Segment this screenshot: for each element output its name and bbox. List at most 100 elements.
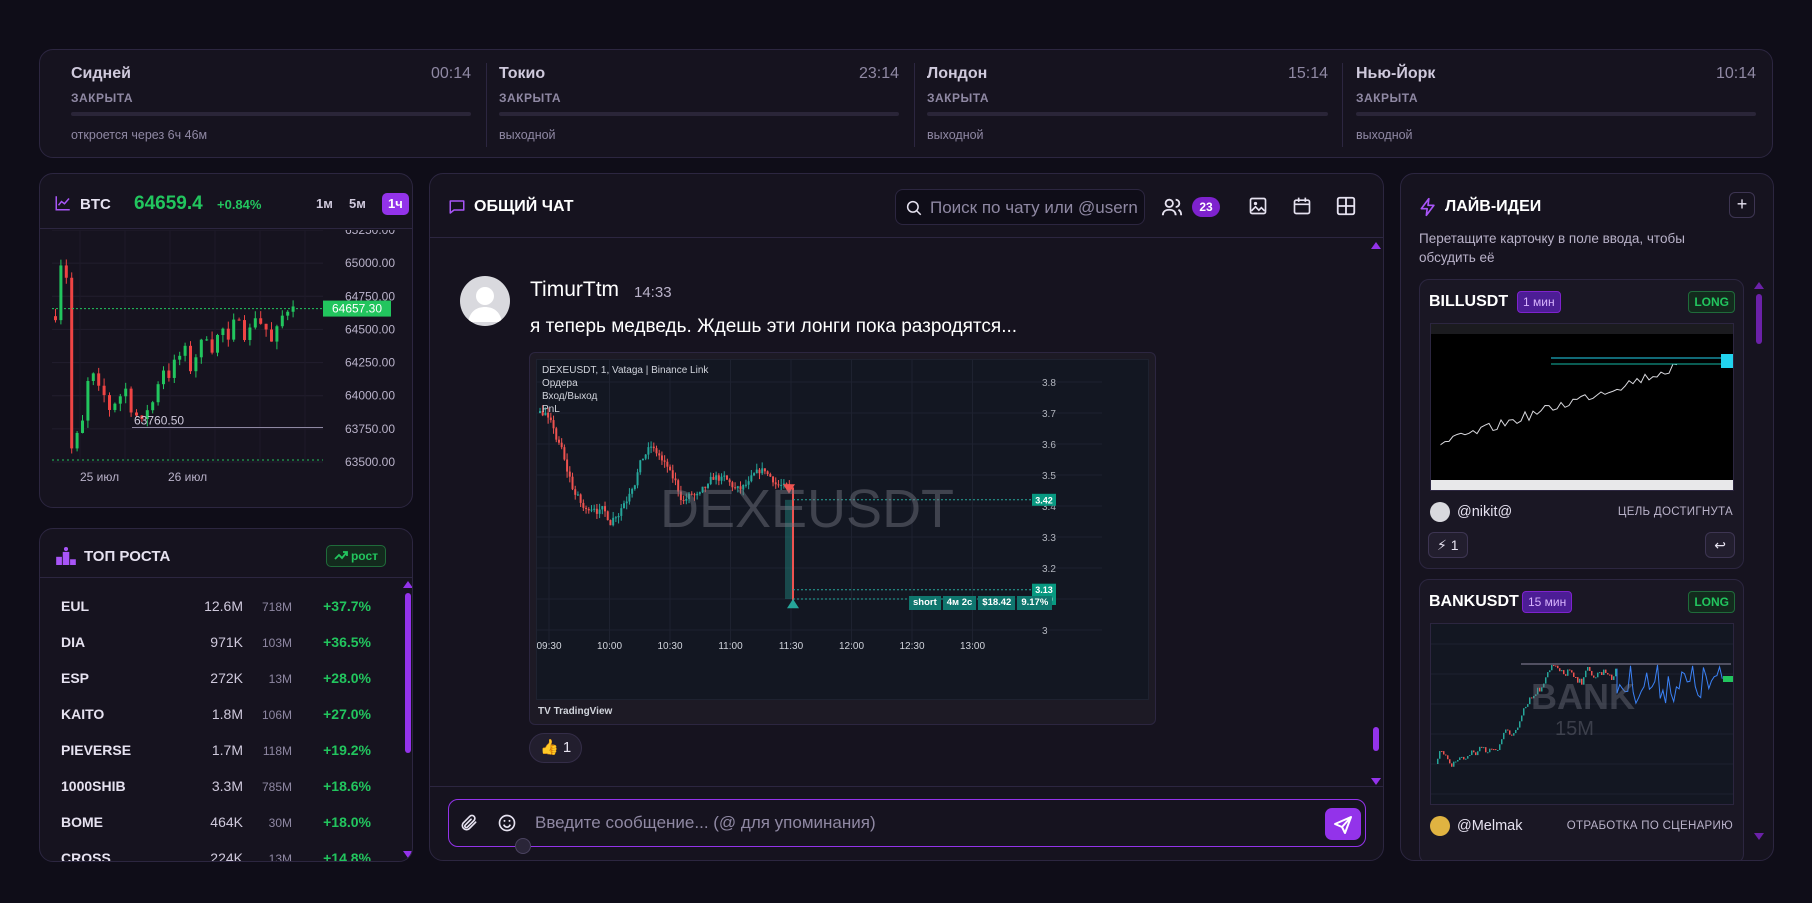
avatar[interactable] [1430, 502, 1450, 522]
message-author[interactable]: TimurTtm [530, 278, 619, 302]
candle [1461, 756, 1463, 758]
lightning-icon [1420, 197, 1435, 217]
scroll-down-arrow[interactable] [1371, 778, 1381, 785]
list-item[interactable]: PIEVERSE 1.7M 118M +19.2% [61, 740, 371, 760]
avatar[interactable] [460, 276, 510, 326]
reply-button[interactable]: ↩ [1705, 532, 1735, 558]
message-text: я теперь медведь. Ждешь эти лонги пока р… [530, 316, 1018, 337]
candle [1561, 670, 1563, 672]
top-gainers-header: ТОП РОСТА рост [54, 544, 404, 568]
paperclip-icon[interactable] [459, 813, 479, 833]
candle [102, 385, 106, 396]
session-city: Нью-Йорк [1356, 65, 1436, 82]
timeframe-1m-button[interactable]: 1м [310, 193, 339, 215]
scroll-up-arrow[interactable] [1754, 282, 1764, 289]
candle [549, 417, 552, 421]
candle [1551, 665, 1553, 671]
divider [486, 63, 487, 147]
idea-status: ЦЕЛЬ ДОСТИГНУТА [1617, 506, 1733, 518]
candle [1497, 750, 1499, 752]
idea-screenshot[interactable]: BANK 15M [1430, 623, 1734, 805]
candle [658, 453, 661, 456]
users-icon[interactable] [1161, 196, 1183, 218]
list-item[interactable]: EUL 12.6M 718M +37.7% [61, 596, 371, 616]
layout-grid-icon[interactable] [1335, 195, 1357, 217]
chat-scrollbar[interactable] [1373, 727, 1379, 751]
candle [631, 489, 634, 494]
trade-duration: 4м 2с [942, 596, 977, 610]
btc-price: 64659.4 [134, 193, 203, 214]
avatar[interactable] [1430, 816, 1450, 836]
btc-candles-chart[interactable]: 65250.0065000.0064750.0064500.0064250.00… [40, 230, 413, 470]
candle [723, 475, 726, 477]
idea-author[interactable]: @Melmak [1457, 818, 1522, 834]
message-image-chart[interactable]: 3.83.73.63.53.43.33.23.1309:3010:0010:30… [529, 352, 1156, 725]
candle [666, 461, 669, 467]
message-input[interactable] [535, 813, 1295, 833]
candle [595, 508, 598, 514]
candle [151, 402, 155, 411]
candle [633, 485, 636, 490]
taskbar [1431, 480, 1733, 490]
emoji-icon[interactable] [497, 813, 517, 833]
calendar-icon[interactable] [1292, 196, 1312, 216]
timeframe-1h-button[interactable]: 1ч [382, 193, 409, 215]
idea-screenshot[interactable] [1430, 323, 1734, 491]
ideas-scrollbar[interactable] [1756, 294, 1762, 344]
list-item[interactable]: 1000SHIB 3.3M 785M +18.6% [61, 776, 371, 796]
timeframe-5m-button[interactable]: 5м [343, 193, 372, 215]
list-item[interactable]: KAITO 1.8M 106M +27.0% [61, 704, 371, 724]
session-city: Лондон [927, 65, 988, 82]
candle [275, 326, 279, 342]
price-axis-label: 3 [1042, 626, 1048, 637]
trade-pnl: $18.42 [978, 596, 1016, 610]
candle [590, 509, 593, 511]
list-item[interactable]: BOME 464K 30M +18.0% [61, 812, 371, 832]
scroll-up-arrow[interactable] [403, 581, 412, 588]
price-axis-label: 3.5 [1042, 471, 1056, 482]
candle [1507, 729, 1509, 731]
candle [574, 489, 577, 495]
image-icon[interactable] [1248, 196, 1268, 216]
candle [636, 472, 639, 486]
price-axis-label: 63500.00 [345, 455, 395, 469]
price-axis-label: 3.3 [1042, 533, 1056, 544]
idea-author[interactable]: @nikit@ [1457, 504, 1512, 520]
session-london: Лондон 15:14 ЗАКРЫТА выходной [927, 63, 1328, 147]
candle [86, 380, 90, 421]
chat-bubble-icon [449, 200, 465, 214]
time-axis-label: 13:00 [960, 641, 985, 652]
coin-symbol: KAITO [61, 706, 105, 722]
chat-search[interactable] [895, 189, 1145, 225]
message-composer[interactable] [448, 799, 1366, 847]
add-idea-button[interactable]: + [1729, 192, 1755, 218]
list-item[interactable]: DIA 971K 103M +36.5% [61, 632, 371, 652]
chat-title: ОБЩИЙ ЧАТ [474, 198, 574, 215]
candle [1481, 746, 1483, 748]
chat-search-input[interactable] [930, 198, 1138, 218]
list-item[interactable]: CROSS 224K 13M +14.8% [61, 848, 371, 861]
candle [598, 509, 601, 514]
legend-item: Ордера [542, 378, 578, 389]
cursor-indicator-icon [515, 838, 531, 854]
growth-filter-badge[interactable]: рост [325, 545, 386, 567]
candle [758, 469, 761, 474]
time-axis-label: 11:00 [718, 641, 743, 652]
send-button[interactable] [1325, 808, 1361, 840]
idea-card[interactable]: BANKUSDT 15 мин LONG BANK 15M @Melmak ОТ… [1419, 579, 1744, 860]
list-item[interactable]: ESP 272K 13M +28.0% [61, 668, 371, 688]
scroll-down-arrow[interactable] [403, 851, 412, 858]
top-gainers-scrollbar[interactable] [405, 593, 411, 753]
boost-count: 1 [1450, 537, 1459, 553]
scroll-down-arrow[interactable] [1754, 833, 1764, 840]
boost-button[interactable]: ⚡︎ 1 [1428, 532, 1468, 558]
reaction-thumbs-up[interactable]: 👍 1 [529, 733, 583, 763]
candle [1469, 755, 1471, 757]
candle [264, 323, 268, 330]
idea-card[interactable]: BILLUSDT 1 мин LONG @nikit@ ЦЕЛЬ ДОСТИГН… [1419, 279, 1744, 569]
candle [1453, 761, 1455, 767]
divider [430, 786, 1383, 787]
chart-background [1431, 324, 1733, 490]
scroll-up-arrow[interactable] [1371, 242, 1381, 249]
candle [1525, 706, 1527, 709]
